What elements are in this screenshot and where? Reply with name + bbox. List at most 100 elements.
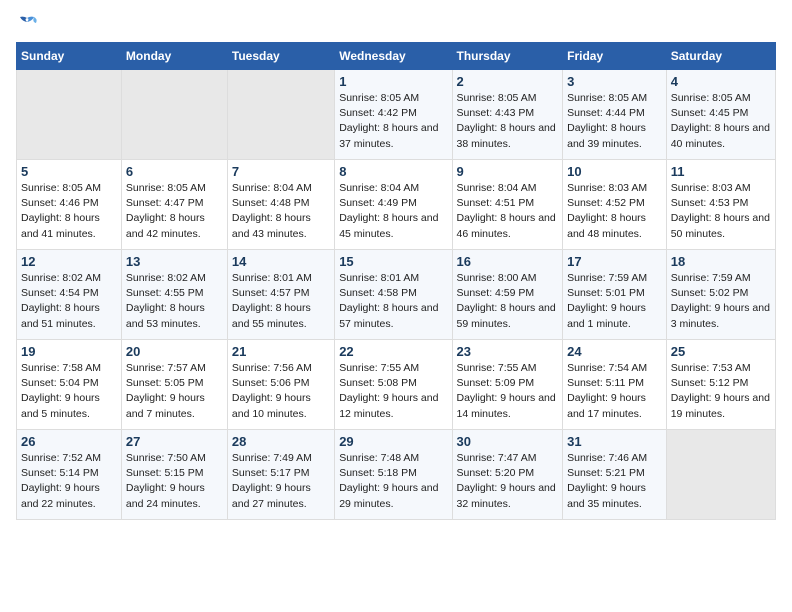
day-info: Sunrise: 7:50 AM Sunset: 5:15 PM Dayligh…	[126, 451, 223, 512]
day-info: Sunrise: 7:49 AM Sunset: 5:17 PM Dayligh…	[232, 451, 330, 512]
calendar-cell	[666, 430, 775, 520]
day-info: Sunrise: 8:05 AM Sunset: 4:47 PM Dayligh…	[126, 181, 223, 242]
col-header-wednesday: Wednesday	[335, 43, 452, 70]
calendar-cell: 10Sunrise: 8:03 AM Sunset: 4:52 PM Dayli…	[563, 160, 667, 250]
col-header-thursday: Thursday	[452, 43, 563, 70]
day-info: Sunrise: 8:00 AM Sunset: 4:59 PM Dayligh…	[457, 271, 559, 332]
col-header-saturday: Saturday	[666, 43, 775, 70]
calendar-cell: 23 Sunrise: 7:55 AM Sunset: 5:09 PM Dayli…	[452, 340, 563, 430]
day-number: 31	[567, 434, 662, 449]
calendar-cell: 1 Sunrise: 8:05 AM Sunset: 4:42 PM Daylig…	[335, 70, 452, 160]
day-number: 18	[671, 254, 771, 269]
calendar-cell: 15 Sunrise: 8:01 AM Sunset: 4:58 PM Dayli…	[335, 250, 452, 340]
day-number: 25	[671, 344, 771, 359]
day-info: Sunrise: 8:01 AM Sunset: 4:58 PM Dayligh…	[339, 271, 447, 332]
day-number: 22	[339, 344, 447, 359]
calendar-cell	[227, 70, 334, 160]
calendar-cell: 27 Sunrise: 7:50 AM Sunset: 5:15 PM Dayli…	[121, 430, 227, 520]
day-number: 1	[339, 74, 447, 89]
day-number: 10	[567, 164, 662, 179]
calendar-week-row: 19 Sunrise: 7:58 AM Sunset: 5:04 PM Dayli…	[17, 340, 776, 430]
logo-icon	[16, 16, 38, 34]
day-info: Sunrise: 8:02 AM Sunset: 4:54 PM Dayligh…	[21, 271, 117, 332]
day-info: Sunrise: 7:59 AM Sunset: 5:01 PM Dayligh…	[567, 271, 662, 332]
calendar-cell: 26 Sunrise: 7:52 AM Sunset: 5:14 PM Dayli…	[17, 430, 122, 520]
day-info: Sunrise: 7:58 AM Sunset: 5:04 PM Dayligh…	[21, 361, 117, 422]
day-number: 5	[21, 164, 117, 179]
day-info: Sunrise: 7:54 AM Sunset: 5:11 PM Dayligh…	[567, 361, 662, 422]
day-number: 7	[232, 164, 330, 179]
day-number: 13	[126, 254, 223, 269]
calendar-week-row: 26 Sunrise: 7:52 AM Sunset: 5:14 PM Dayli…	[17, 430, 776, 520]
day-number: 14	[232, 254, 330, 269]
day-number: 20	[126, 344, 223, 359]
day-info: Sunrise: 7:47 AM Sunset: 5:20 PM Dayligh…	[457, 451, 559, 512]
day-number: 9	[457, 164, 559, 179]
calendar-cell: 31 Sunrise: 7:46 AM Sunset: 5:21 PM Dayli…	[563, 430, 667, 520]
day-number: 23	[457, 344, 559, 359]
day-number: 26	[21, 434, 117, 449]
calendar-header-row: SundayMondayTuesdayWednesdayThursdayFrid…	[17, 43, 776, 70]
day-number: 30	[457, 434, 559, 449]
day-info: Sunrise: 7:59 AM Sunset: 5:02 PM Dayligh…	[671, 271, 771, 332]
day-number: 8	[339, 164, 447, 179]
calendar-cell: 13 Sunrise: 8:02 AM Sunset: 4:55 PM Dayli…	[121, 250, 227, 340]
day-number: 17	[567, 254, 662, 269]
day-number: 3	[567, 74, 662, 89]
day-info: Sunrise: 7:55 AM Sunset: 5:08 PM Dayligh…	[339, 361, 447, 422]
calendar-week-row: 12Sunrise: 8:02 AM Sunset: 4:54 PM Dayli…	[17, 250, 776, 340]
day-info: Sunrise: 7:55 AM Sunset: 5:09 PM Dayligh…	[457, 361, 559, 422]
col-header-tuesday: Tuesday	[227, 43, 334, 70]
day-info: Sunrise: 7:56 AM Sunset: 5:06 PM Dayligh…	[232, 361, 330, 422]
calendar-cell: 20 Sunrise: 7:57 AM Sunset: 5:05 PM Dayli…	[121, 340, 227, 430]
day-number: 2	[457, 74, 559, 89]
day-info: Sunrise: 7:53 AM Sunset: 5:12 PM Dayligh…	[671, 361, 771, 422]
day-info: Sunrise: 8:05 AM Sunset: 4:43 PM Dayligh…	[457, 91, 559, 152]
day-info: Sunrise: 7:52 AM Sunset: 5:14 PM Dayligh…	[21, 451, 117, 512]
day-info: Sunrise: 8:02 AM Sunset: 4:55 PM Dayligh…	[126, 271, 223, 332]
logo	[16, 16, 42, 34]
day-info: Sunrise: 8:05 AM Sunset: 4:46 PM Dayligh…	[21, 181, 117, 242]
calendar-cell: 12Sunrise: 8:02 AM Sunset: 4:54 PM Dayli…	[17, 250, 122, 340]
col-header-friday: Friday	[563, 43, 667, 70]
day-info: Sunrise: 8:05 AM Sunset: 4:45 PM Dayligh…	[671, 91, 771, 152]
calendar-cell: 28 Sunrise: 7:49 AM Sunset: 5:17 PM Dayli…	[227, 430, 334, 520]
calendar-cell: 5 Sunrise: 8:05 AM Sunset: 4:46 PM Daylig…	[17, 160, 122, 250]
day-info: Sunrise: 8:03 AM Sunset: 4:53 PM Dayligh…	[671, 181, 771, 242]
day-number: 19	[21, 344, 117, 359]
day-number: 27	[126, 434, 223, 449]
calendar-cell: 9 Sunrise: 8:04 AM Sunset: 4:51 PM Daylig…	[452, 160, 563, 250]
day-info: Sunrise: 7:46 AM Sunset: 5:21 PM Dayligh…	[567, 451, 662, 512]
day-info: Sunrise: 8:04 AM Sunset: 4:51 PM Dayligh…	[457, 181, 559, 242]
day-number: 11	[671, 164, 771, 179]
col-header-monday: Monday	[121, 43, 227, 70]
calendar-cell: 16Sunrise: 8:00 AM Sunset: 4:59 PM Dayli…	[452, 250, 563, 340]
day-number: 28	[232, 434, 330, 449]
calendar-cell: 30 Sunrise: 7:47 AM Sunset: 5:20 PM Dayli…	[452, 430, 563, 520]
calendar-cell: 2 Sunrise: 8:05 AM Sunset: 4:43 PM Daylig…	[452, 70, 563, 160]
day-info: Sunrise: 8:04 AM Sunset: 4:49 PM Dayligh…	[339, 181, 447, 242]
calendar-cell: 22 Sunrise: 7:55 AM Sunset: 5:08 PM Dayli…	[335, 340, 452, 430]
calendar-cell: 8 Sunrise: 8:04 AM Sunset: 4:49 PM Daylig…	[335, 160, 452, 250]
col-header-sunday: Sunday	[17, 43, 122, 70]
day-number: 15	[339, 254, 447, 269]
day-info: Sunrise: 7:57 AM Sunset: 5:05 PM Dayligh…	[126, 361, 223, 422]
day-number: 4	[671, 74, 771, 89]
calendar-cell: 25 Sunrise: 7:53 AM Sunset: 5:12 PM Dayli…	[666, 340, 775, 430]
calendar-cell: 3Sunrise: 8:05 AM Sunset: 4:44 PM Daylig…	[563, 70, 667, 160]
calendar-table: SundayMondayTuesdayWednesdayThursdayFrid…	[16, 42, 776, 520]
calendar-cell	[17, 70, 122, 160]
calendar-week-row: 5 Sunrise: 8:05 AM Sunset: 4:46 PM Daylig…	[17, 160, 776, 250]
day-number: 21	[232, 344, 330, 359]
day-number: 6	[126, 164, 223, 179]
day-number: 29	[339, 434, 447, 449]
page-header	[16, 16, 776, 34]
calendar-cell: 11 Sunrise: 8:03 AM Sunset: 4:53 PM Dayli…	[666, 160, 775, 250]
day-info: Sunrise: 7:48 AM Sunset: 5:18 PM Dayligh…	[339, 451, 447, 512]
calendar-cell: 7Sunrise: 8:04 AM Sunset: 4:48 PM Daylig…	[227, 160, 334, 250]
day-info: Sunrise: 8:01 AM Sunset: 4:57 PM Dayligh…	[232, 271, 330, 332]
day-info: Sunrise: 8:05 AM Sunset: 4:42 PM Dayligh…	[339, 91, 447, 152]
day-number: 24	[567, 344, 662, 359]
calendar-cell: 6 Sunrise: 8:05 AM Sunset: 4:47 PM Daylig…	[121, 160, 227, 250]
calendar-week-row: 1 Sunrise: 8:05 AM Sunset: 4:42 PM Daylig…	[17, 70, 776, 160]
